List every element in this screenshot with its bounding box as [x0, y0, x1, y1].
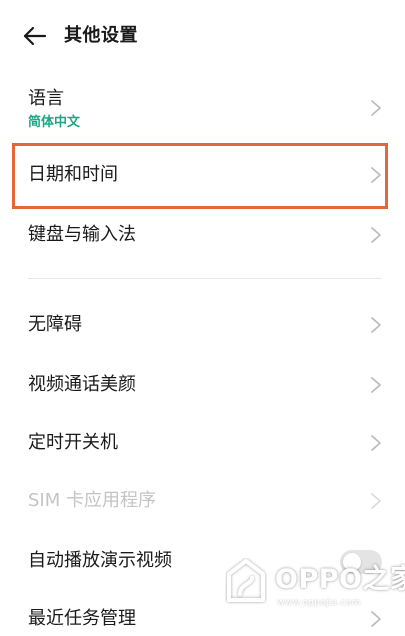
- chevron-right-icon: [371, 435, 381, 451]
- settings-item-language[interactable]: 语言 简体中文: [0, 80, 405, 138]
- settings-item-accessibility[interactable]: 无障碍: [0, 298, 405, 352]
- chevron-right-icon: [371, 100, 381, 116]
- top-bar: 其他设置: [0, 0, 405, 72]
- settings-item-video-call-beauty[interactable]: 视频通话美颜: [0, 358, 405, 412]
- settings-item-value: 简体中文: [28, 115, 81, 130]
- settings-item-keyboard-input[interactable]: 键盘与输入法: [0, 210, 405, 260]
- settings-item-label: 定时开关机: [28, 432, 118, 453]
- chevron-right-icon: [371, 227, 381, 243]
- chevron-right-icon: [371, 167, 381, 183]
- settings-item-scheduled-power[interactable]: 定时开关机: [0, 416, 405, 470]
- chevron-right-icon: [371, 611, 381, 627]
- settings-item-label: 最近任务管理: [28, 608, 136, 629]
- settings-item-label: 语言: [28, 88, 64, 109]
- settings-item-date-time[interactable]: 日期和时间: [0, 146, 405, 206]
- chevron-right-icon: [371, 493, 381, 509]
- autoplay-demo-toggle[interactable]: [340, 550, 382, 574]
- settings-item-label: 无障碍: [28, 314, 82, 335]
- settings-item-label: 日期和时间: [28, 164, 118, 185]
- settings-item-sim-apps: SIM 卡应用程序: [0, 474, 405, 528]
- chevron-right-icon: [371, 317, 381, 333]
- arrow-left-icon[interactable]: [22, 24, 48, 48]
- chevron-right-icon: [371, 377, 381, 393]
- settings-item-label: 键盘与输入法: [28, 224, 136, 245]
- settings-item-label: 自动播放演示视频: [28, 550, 172, 571]
- settings-item-recent-tasks[interactable]: 最近任务管理: [0, 594, 405, 636]
- settings-item-label: SIM 卡应用程序: [28, 490, 156, 511]
- toggle-knob: [343, 553, 361, 571]
- section-divider: [28, 278, 382, 279]
- page-title: 其他设置: [64, 25, 138, 46]
- settings-item-label: 视频通话美颜: [28, 374, 136, 395]
